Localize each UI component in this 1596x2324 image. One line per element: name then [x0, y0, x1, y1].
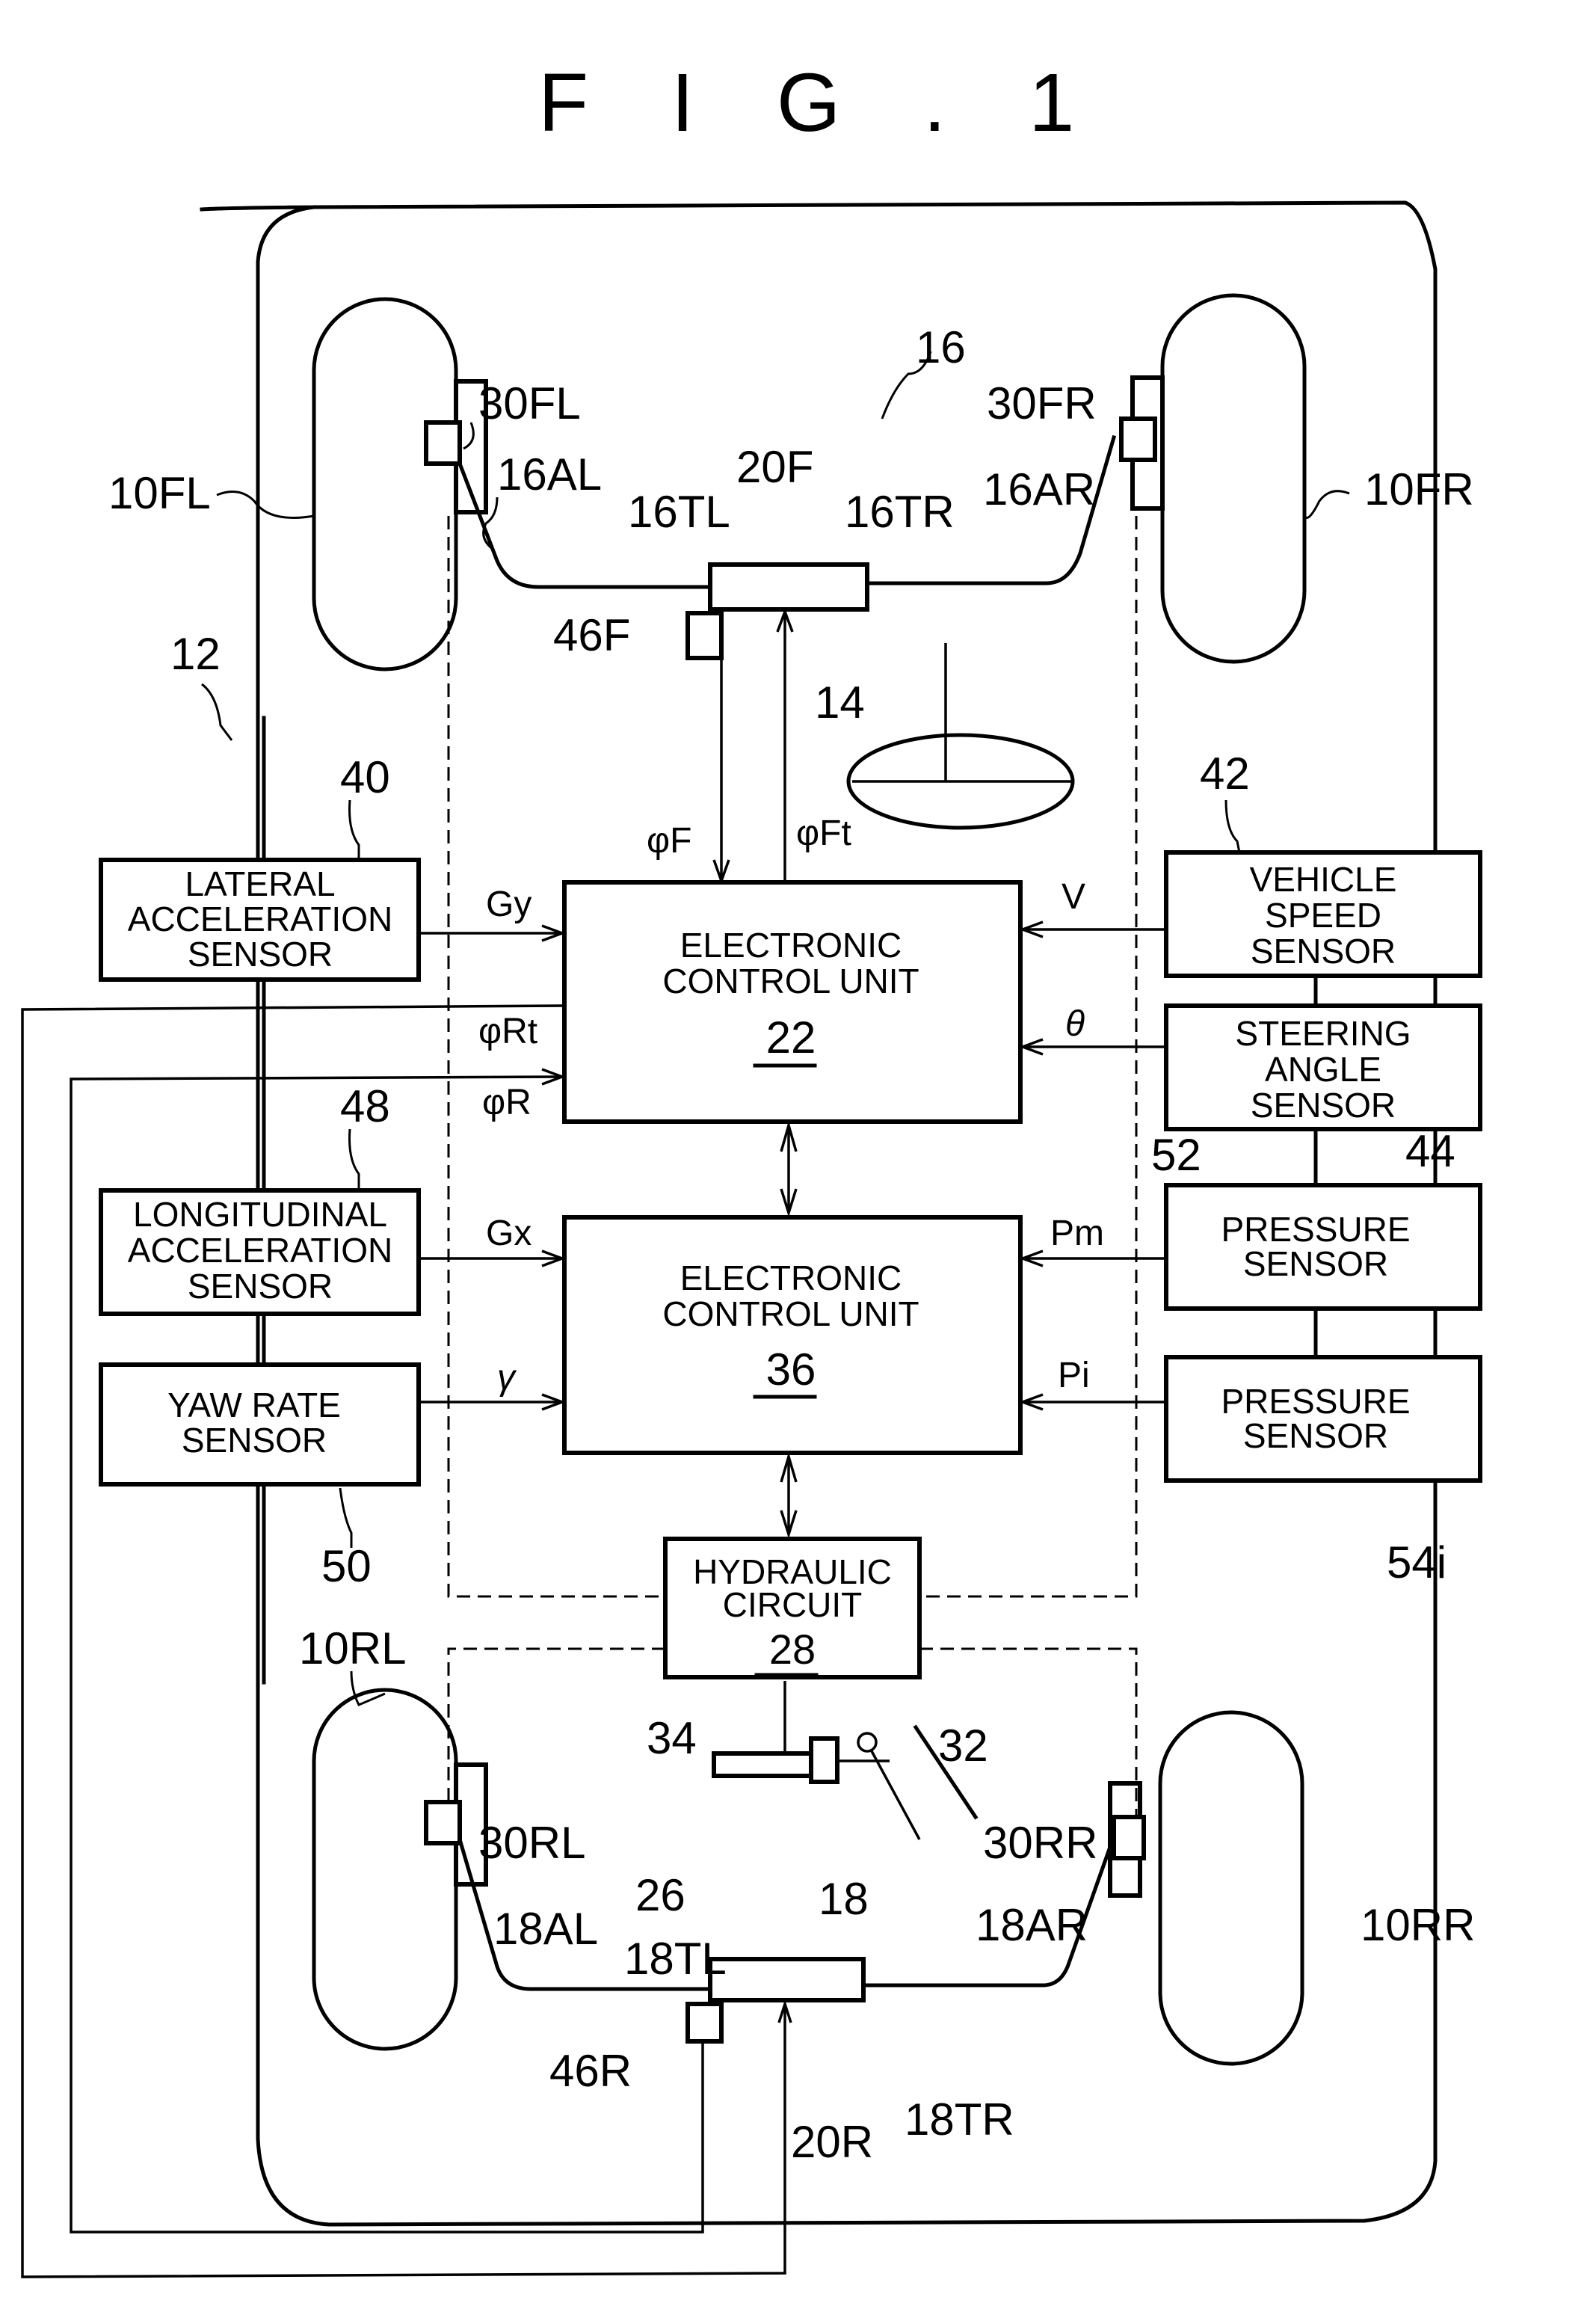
- ref-44: 44: [1405, 1126, 1455, 1176]
- ref-30FL: 30FL: [478, 378, 581, 428]
- yaw-line1: YAW RATE: [167, 1386, 341, 1424]
- signal-theta: θ: [1065, 1004, 1085, 1044]
- pressure54i-line1: PRESSURE: [1221, 1382, 1410, 1421]
- booster-26: [809, 1736, 839, 1784]
- ref-16TR: 16TR: [845, 487, 955, 537]
- signal-v: V: [1062, 877, 1085, 917]
- longitudinal-line2: ACCELERATION: [128, 1231, 392, 1270]
- hydraulic-number: 28: [769, 1626, 816, 1673]
- ref-40: 40: [340, 752, 390, 802]
- ref-54i: 54i: [1387, 1537, 1446, 1587]
- actuator-20F: [708, 562, 869, 612]
- wheel-cylinder-30RL: [424, 1800, 462, 1845]
- signal-gx: Gx: [486, 1214, 532, 1253]
- ecu36-line1: ELECTRONIC: [680, 1258, 902, 1297]
- steering-line1: STEERING: [1235, 1014, 1411, 1053]
- ref-12: 12: [170, 629, 221, 679]
- signal-pm: Pm: [1050, 1214, 1104, 1253]
- ref-18AL: 18AL: [493, 1904, 598, 1954]
- ref-20R: 20R: [791, 2117, 873, 2167]
- ref-32: 32: [938, 1721, 988, 1771]
- lateral-line3: SENSOR: [188, 935, 333, 974]
- wheel-rear-right: [1158, 1710, 1304, 2066]
- ref-30FR: 30FR: [987, 378, 1097, 428]
- steering-line3: SENSOR: [1251, 1086, 1396, 1125]
- figure-title: F I G . 1: [538, 57, 1104, 149]
- ref-10FR: 10FR: [1364, 464, 1474, 514]
- signal-gy: Gy: [486, 885, 532, 924]
- ref-14: 14: [815, 677, 865, 728]
- sensor-46R: [685, 2002, 724, 2044]
- ecu-22: [562, 880, 1023, 1124]
- hydraulic-line2: CIRCUIT: [723, 1585, 863, 1624]
- wheel-front-left: [312, 297, 458, 671]
- pressure54i-line2: SENSOR: [1243, 1416, 1388, 1455]
- longitudinal-line3: SENSOR: [188, 1267, 333, 1306]
- pressure52-line1: PRESSURE: [1221, 1210, 1410, 1249]
- ecu22-number: 22: [766, 1012, 816, 1063]
- ecu36-number: 36: [766, 1344, 816, 1395]
- longitudinal-line1: LONGITUDINAL: [133, 1195, 387, 1234]
- signal-phiRt: φRt: [478, 1012, 537, 1051]
- ref-10RL: 10RL: [299, 1623, 406, 1673]
- ref-46F: 46F: [553, 610, 630, 660]
- ecu22-line2: CONTROL UNIT: [662, 962, 919, 1000]
- ref-48: 48: [340, 1081, 390, 1131]
- ref-16TL: 16TL: [628, 487, 730, 537]
- ref-10RR: 10RR: [1361, 1900, 1475, 1950]
- wheel-front-right: [1160, 293, 1307, 664]
- ref-30RR: 30RR: [983, 1818, 1097, 1868]
- sensor-46F: [685, 611, 724, 660]
- wheel-cylinder-30RR: [1112, 1815, 1146, 1860]
- ecu36-line2: CONTROL UNIT: [662, 1294, 919, 1333]
- signal-gamma: γ: [497, 1358, 517, 1398]
- signal-phiR: φR: [482, 1083, 532, 1122]
- steering-line2: ANGLE: [1265, 1050, 1381, 1089]
- ref-20F: 20F: [736, 442, 813, 492]
- ref-50: 50: [321, 1541, 372, 1591]
- ref-46R: 46R: [549, 2046, 632, 2096]
- lateral-line2: ACCELERATION: [128, 900, 392, 938]
- wheel-cylinder-30FL: [424, 420, 462, 466]
- ref-30RL: 30RL: [478, 1818, 585, 1868]
- wheel-rear-left: [312, 1688, 458, 2051]
- pedal-arm: [869, 1749, 921, 1840]
- ref-18TR: 18TR: [905, 2094, 1014, 2145]
- pressure52-line2: SENSOR: [1243, 1244, 1388, 1283]
- wheel-cylinder-30FR: [1119, 416, 1157, 462]
- ref-34: 34: [647, 1713, 697, 1763]
- ref-18: 18: [819, 1874, 869, 1924]
- speed-line1: VEHICLE: [1250, 860, 1397, 899]
- pedal-pivot: [857, 1732, 878, 1753]
- ref-52: 52: [1151, 1130, 1201, 1180]
- signal-phiFt: φFt: [796, 814, 851, 853]
- yaw-line2: SENSOR: [182, 1421, 327, 1460]
- ref-10FL: 10FL: [108, 468, 211, 518]
- signal-pi: Pi: [1058, 1356, 1090, 1395]
- ref-26: 26: [635, 1870, 685, 1920]
- speed-line2: SPEED: [1265, 896, 1381, 935]
- ref-18AR: 18AR: [976, 1900, 1088, 1950]
- ref-16AL: 16AL: [497, 449, 602, 499]
- signal-phiF: φF: [647, 821, 691, 861]
- ref-16AR: 16AR: [983, 464, 1095, 514]
- ecu22-line1: ELECTRONIC: [680, 926, 902, 965]
- ref-18TL: 18TL: [624, 1934, 727, 1984]
- ecu-36: [562, 1215, 1023, 1455]
- vehicle-control-diagram: F I G . 1 ELECTRONIC CONTROL UNIT 22 ELE…: [21, 57, 1482, 2278]
- speed-line3: SENSOR: [1251, 932, 1396, 971]
- master-cylinder-34: [712, 1751, 813, 1778]
- ref-42: 42: [1200, 748, 1250, 799]
- actuator-20R: [708, 1957, 866, 2002]
- lateral-line1: LATERAL: [185, 864, 335, 903]
